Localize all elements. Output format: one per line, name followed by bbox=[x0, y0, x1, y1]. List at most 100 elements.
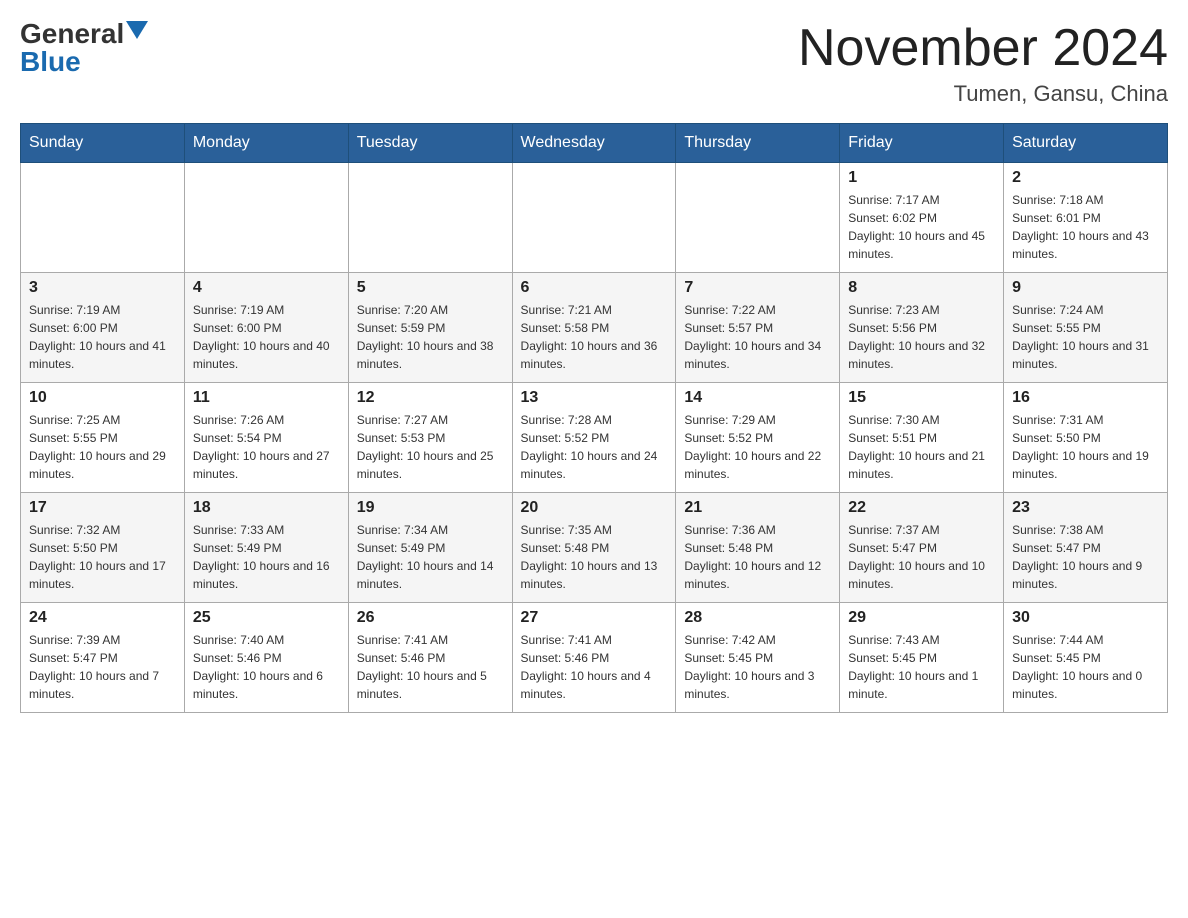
logo-triangle-icon bbox=[126, 21, 148, 43]
day-cell: 21Sunrise: 7:36 AMSunset: 5:48 PMDayligh… bbox=[676, 493, 840, 603]
day-number: 6 bbox=[521, 279, 668, 297]
day-cell: 2 Sunrise: 7:18 AMSunset: 6:01 PMDaylight… bbox=[1004, 163, 1168, 273]
day-cell: 17 Sunrise: 7:32 AMSunset: 5:50 PMDayligh… bbox=[21, 493, 185, 603]
day-number: 9 bbox=[1012, 279, 1159, 297]
day-cell: 8Sunrise: 7:23 AMSunset: 5:56 PMDaylight… bbox=[840, 273, 1004, 383]
day-cell: 1 Sunrise: 7:17 AMSunset: 6:02 PMDaylight… bbox=[840, 163, 1004, 273]
day-number: 3 bbox=[29, 279, 176, 297]
day-info: Sunrise: 7:25 AMSunset: 5:55 PMDaylight:… bbox=[29, 411, 176, 483]
day-info: Sunrise: 7:31 AMSunset: 5:50 PMDaylight:… bbox=[1012, 411, 1159, 483]
day-info: Sunrise: 7:33 AMSunset: 5:49 PMDaylight:… bbox=[193, 521, 340, 593]
day-cell: 3 Sunrise: 7:19 AMSunset: 6:00 PMDaylight… bbox=[21, 273, 185, 383]
day-info: Sunrise: 7:24 AMSunset: 5:55 PMDaylight:… bbox=[1012, 301, 1159, 373]
day-cell bbox=[512, 163, 676, 273]
day-cell: 4 Sunrise: 7:19 AMSunset: 6:00 PMDaylight… bbox=[184, 273, 348, 383]
day-info: Sunrise: 7:38 AMSunset: 5:47 PMDaylight:… bbox=[1012, 521, 1159, 593]
header-saturday: Saturday bbox=[1004, 124, 1168, 163]
day-info: Sunrise: 7:30 AMSunset: 5:51 PMDaylight:… bbox=[848, 411, 995, 483]
header-thursday: Thursday bbox=[676, 124, 840, 163]
day-number: 10 bbox=[29, 389, 176, 407]
day-cell: 18 Sunrise: 7:33 AMSunset: 5:49 PMDayligh… bbox=[184, 493, 348, 603]
calendar-table: Sunday Monday Tuesday Wednesday Thursday… bbox=[20, 123, 1168, 713]
day-number: 28 bbox=[684, 609, 831, 627]
day-cell: 5 Sunrise: 7:20 AMSunset: 5:59 PMDaylight… bbox=[348, 273, 512, 383]
day-cell: 10 Sunrise: 7:25 AMSunset: 5:55 PMDayligh… bbox=[21, 383, 185, 493]
day-info: Sunrise: 7:34 AMSunset: 5:49 PMDaylight:… bbox=[357, 521, 504, 593]
day-cell: 16 Sunrise: 7:31 AMSunset: 5:50 PMDayligh… bbox=[1004, 383, 1168, 493]
header-wednesday: Wednesday bbox=[512, 124, 676, 163]
day-number: 24 bbox=[29, 609, 176, 627]
day-cell: 9 Sunrise: 7:24 AMSunset: 5:55 PMDaylight… bbox=[1004, 273, 1168, 383]
day-number: 23 bbox=[1012, 499, 1159, 517]
day-info: Sunrise: 7:29 AMSunset: 5:52 PMDaylight:… bbox=[684, 411, 831, 483]
day-number: 18 bbox=[193, 499, 340, 517]
day-info: Sunrise: 7:19 AMSunset: 6:00 PMDaylight:… bbox=[193, 301, 340, 373]
day-number: 25 bbox=[193, 609, 340, 627]
day-info: Sunrise: 7:27 AMSunset: 5:53 PMDaylight:… bbox=[357, 411, 504, 483]
day-number: 29 bbox=[848, 609, 995, 627]
day-number: 8 bbox=[848, 279, 995, 297]
day-number: 22 bbox=[848, 499, 995, 517]
title-block: November 2024 Tumen, Gansu, China bbox=[798, 20, 1168, 107]
day-info: Sunrise: 7:32 AMSunset: 5:50 PMDaylight:… bbox=[29, 521, 176, 593]
day-number: 11 bbox=[193, 389, 340, 407]
day-info: Sunrise: 7:28 AMSunset: 5:52 PMDaylight:… bbox=[521, 411, 668, 483]
day-number: 20 bbox=[521, 499, 668, 517]
day-number: 26 bbox=[357, 609, 504, 627]
day-number: 30 bbox=[1012, 609, 1159, 627]
day-cell: 20 Sunrise: 7:35 AMSunset: 5:48 PMDayligh… bbox=[512, 493, 676, 603]
day-number: 2 bbox=[1012, 169, 1159, 187]
week-row-3: 10 Sunrise: 7:25 AMSunset: 5:55 PMDayligh… bbox=[21, 383, 1168, 493]
day-info: Sunrise: 7:41 AMSunset: 5:46 PMDaylight:… bbox=[521, 631, 668, 703]
day-number: 14 bbox=[684, 389, 831, 407]
day-info: Sunrise: 7:37 AMSunset: 5:47 PMDaylight:… bbox=[848, 521, 995, 593]
day-number: 7 bbox=[684, 279, 831, 297]
day-number: 16 bbox=[1012, 389, 1159, 407]
day-cell bbox=[348, 163, 512, 273]
day-info: Sunrise: 7:40 AMSunset: 5:46 PMDaylight:… bbox=[193, 631, 340, 703]
day-cell: 15 Sunrise: 7:30 AMSunset: 5:51 PMDayligh… bbox=[840, 383, 1004, 493]
day-cell: 29 Sunrise: 7:43 AMSunset: 5:45 PMDayligh… bbox=[840, 603, 1004, 713]
weekday-header-row: Sunday Monday Tuesday Wednesday Thursday… bbox=[21, 124, 1168, 163]
day-number: 1 bbox=[848, 169, 995, 187]
day-cell: 23 Sunrise: 7:38 AMSunset: 5:47 PMDayligh… bbox=[1004, 493, 1168, 603]
day-cell: 11 Sunrise: 7:26 AMSunset: 5:54 PMDayligh… bbox=[184, 383, 348, 493]
day-info: Sunrise: 7:43 AMSunset: 5:45 PMDaylight:… bbox=[848, 631, 995, 703]
day-cell bbox=[676, 163, 840, 273]
day-info: Sunrise: 7:17 AMSunset: 6:02 PMDaylight:… bbox=[848, 191, 995, 263]
day-info: Sunrise: 7:41 AMSunset: 5:46 PMDaylight:… bbox=[357, 631, 504, 703]
day-number: 5 bbox=[357, 279, 504, 297]
day-info: Sunrise: 7:22 AMSunset: 5:57 PMDaylight:… bbox=[684, 301, 831, 373]
day-cell: 12Sunrise: 7:27 AMSunset: 5:53 PMDayligh… bbox=[348, 383, 512, 493]
day-cell: 27Sunrise: 7:41 AMSunset: 5:46 PMDayligh… bbox=[512, 603, 676, 713]
day-info: Sunrise: 7:19 AMSunset: 6:00 PMDaylight:… bbox=[29, 301, 176, 373]
day-number: 19 bbox=[357, 499, 504, 517]
day-number: 13 bbox=[521, 389, 668, 407]
day-cell: 19 Sunrise: 7:34 AMSunset: 5:49 PMDayligh… bbox=[348, 493, 512, 603]
week-row-1: 1 Sunrise: 7:17 AMSunset: 6:02 PMDaylight… bbox=[21, 163, 1168, 273]
day-info: Sunrise: 7:42 AMSunset: 5:45 PMDaylight:… bbox=[684, 631, 831, 703]
week-row-2: 3 Sunrise: 7:19 AMSunset: 6:00 PMDaylight… bbox=[21, 273, 1168, 383]
day-cell: 28 Sunrise: 7:42 AMSunset: 5:45 PMDayligh… bbox=[676, 603, 840, 713]
day-cell bbox=[184, 163, 348, 273]
location-title: Tumen, Gansu, China bbox=[798, 81, 1168, 107]
header-friday: Friday bbox=[840, 124, 1004, 163]
day-cell: 25 Sunrise: 7:40 AMSunset: 5:46 PMDayligh… bbox=[184, 603, 348, 713]
day-cell: 24Sunrise: 7:39 AMSunset: 5:47 PMDayligh… bbox=[21, 603, 185, 713]
day-cell: 6Sunrise: 7:21 AMSunset: 5:58 PMDaylight… bbox=[512, 273, 676, 383]
day-cell: 7 Sunrise: 7:22 AMSunset: 5:57 PMDaylight… bbox=[676, 273, 840, 383]
day-number: 15 bbox=[848, 389, 995, 407]
day-info: Sunrise: 7:44 AMSunset: 5:45 PMDaylight:… bbox=[1012, 631, 1159, 703]
day-number: 4 bbox=[193, 279, 340, 297]
month-title: November 2024 bbox=[798, 20, 1168, 77]
day-info: Sunrise: 7:35 AMSunset: 5:48 PMDaylight:… bbox=[521, 521, 668, 593]
day-number: 17 bbox=[29, 499, 176, 517]
day-info: Sunrise: 7:26 AMSunset: 5:54 PMDaylight:… bbox=[193, 411, 340, 483]
logo-blue-text: Blue bbox=[20, 48, 81, 76]
day-cell bbox=[21, 163, 185, 273]
day-info: Sunrise: 7:18 AMSunset: 6:01 PMDaylight:… bbox=[1012, 191, 1159, 263]
day-cell: 14 Sunrise: 7:29 AMSunset: 5:52 PMDayligh… bbox=[676, 383, 840, 493]
day-info: Sunrise: 7:20 AMSunset: 5:59 PMDaylight:… bbox=[357, 301, 504, 373]
day-cell: 13 Sunrise: 7:28 AMSunset: 5:52 PMDayligh… bbox=[512, 383, 676, 493]
day-cell: 26 Sunrise: 7:41 AMSunset: 5:46 PMDayligh… bbox=[348, 603, 512, 713]
